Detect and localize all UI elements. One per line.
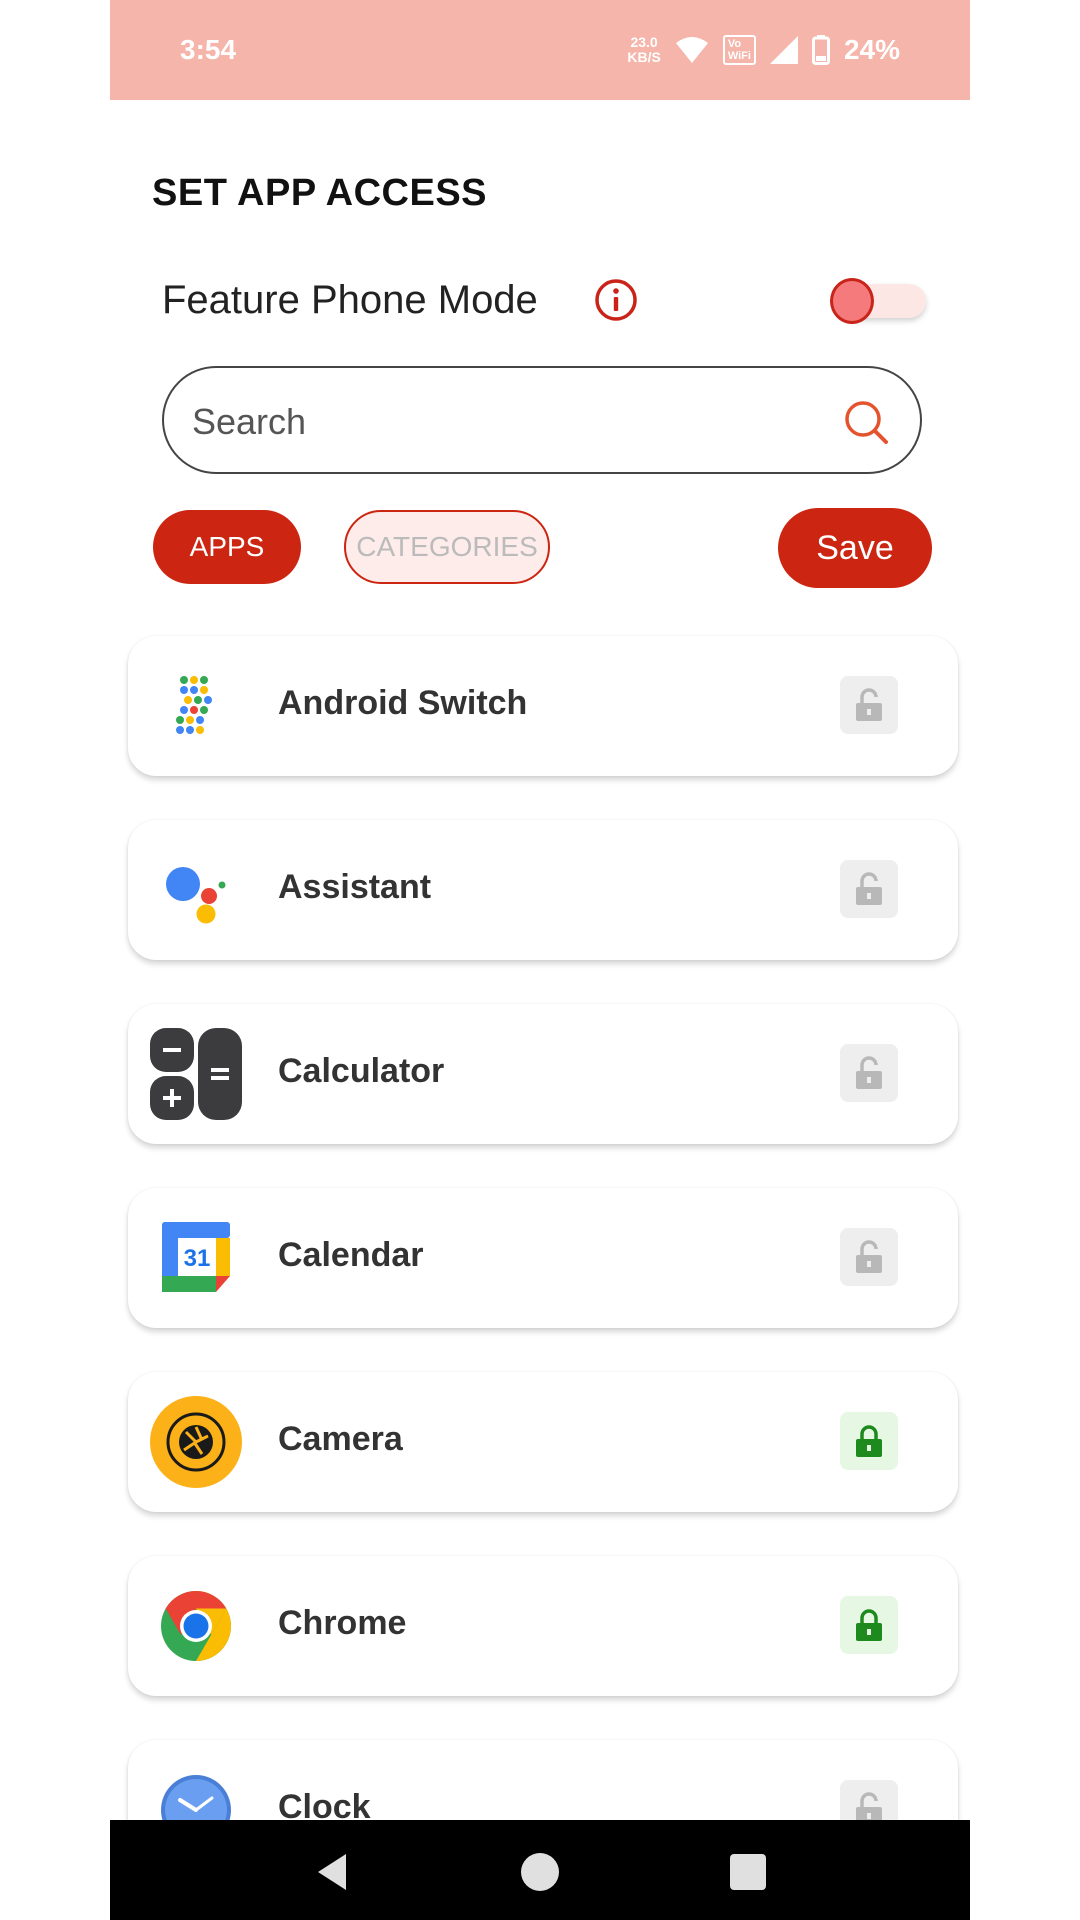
calendar-day: 31 — [184, 1245, 211, 1272]
lock-toggle-assistant[interactable] — [840, 860, 898, 918]
cell-signal-icon — [769, 36, 798, 64]
app-name: Android Switch — [278, 684, 528, 722]
calculator-icon — [150, 1028, 242, 1120]
navigation-bar — [110, 1820, 970, 1920]
unlocked-icon — [856, 1792, 882, 1820]
app-name: Calculator — [278, 1052, 445, 1090]
unlocked-icon — [856, 1056, 882, 1089]
app-name: Clock — [278, 1788, 371, 1820]
app-name: Calendar — [278, 1236, 424, 1274]
status-bar: 3:54 23.0 KB/S Vo WiFi 24% — [110, 0, 970, 100]
locked-icon — [856, 1425, 882, 1457]
search-input[interactable] — [192, 394, 812, 450]
lock-toggle-camera[interactable] — [840, 1412, 898, 1470]
app-item-android-switch[interactable]: Android Switch — [128, 636, 958, 776]
lock-toggle-android-switch[interactable] — [840, 676, 898, 734]
app-item-assistant[interactable]: Assistant — [128, 820, 958, 960]
feature-phone-mode-row: Feature Phone Mode — [162, 268, 922, 332]
locked-icon — [856, 1609, 882, 1641]
wifi-icon — [675, 37, 708, 63]
app-name: Camera — [278, 1420, 403, 1458]
lock-toggle-calendar[interactable] — [840, 1228, 898, 1286]
feature-phone-mode-label: Feature Phone Mode — [162, 278, 538, 322]
chrome-icon — [161, 1591, 231, 1661]
app-item-calendar[interactable]: 31 Calendar — [128, 1188, 958, 1328]
vowifi-icon: Vo WiFi — [722, 35, 756, 65]
search-box — [162, 366, 922, 474]
back-icon[interactable] — [310, 1850, 354, 1894]
set-app-access-page: SET APP ACCESS Feature Phone Mode APPS C… — [110, 100, 970, 1820]
save-button[interactable]: Save — [778, 508, 932, 588]
unlocked-icon — [856, 688, 882, 721]
status-time: 3:54 — [180, 34, 237, 65]
battery-percent: 24% — [843, 34, 900, 65]
lock-toggle-chrome[interactable] — [840, 1596, 898, 1654]
calendar-icon: 31 — [162, 1222, 230, 1292]
clock-icon — [161, 1775, 231, 1820]
app-name: Chrome — [278, 1604, 407, 1642]
tab-categories[interactable]: CATEGORIES — [344, 510, 550, 584]
recents-icon[interactable] — [726, 1850, 770, 1894]
page-title: SET APP ACCESS — [152, 172, 488, 214]
search-icon[interactable] — [842, 398, 890, 446]
lock-toggle-calculator[interactable] — [840, 1044, 898, 1102]
android-switch-icon — [176, 676, 212, 734]
unlocked-icon — [856, 1240, 882, 1273]
app-item-camera[interactable]: Camera — [128, 1372, 958, 1512]
app-item-chrome[interactable]: Chrome — [128, 1556, 958, 1696]
feature-phone-mode-toggle[interactable] — [830, 272, 930, 328]
network-speed: 23.0 KB/S — [627, 34, 661, 65]
toggle-thumb — [830, 278, 874, 324]
info-icon[interactable] — [594, 278, 638, 322]
home-icon[interactable] — [518, 1850, 562, 1894]
app-item-calculator[interactable]: Calculator — [128, 1004, 958, 1144]
status-icons: 23.0 KB/S Vo WiFi 24% — [627, 30, 900, 70]
camera-icon — [150, 1396, 242, 1488]
tab-apps[interactable]: APPS — [153, 510, 301, 584]
unlocked-icon — [856, 872, 882, 905]
lock-toggle-clock[interactable] — [840, 1780, 898, 1820]
battery-icon — [811, 35, 830, 65]
app-name: Assistant — [278, 868, 432, 906]
assistant-icon — [166, 867, 226, 924]
app-item-clock[interactable]: Clock — [128, 1740, 958, 1820]
